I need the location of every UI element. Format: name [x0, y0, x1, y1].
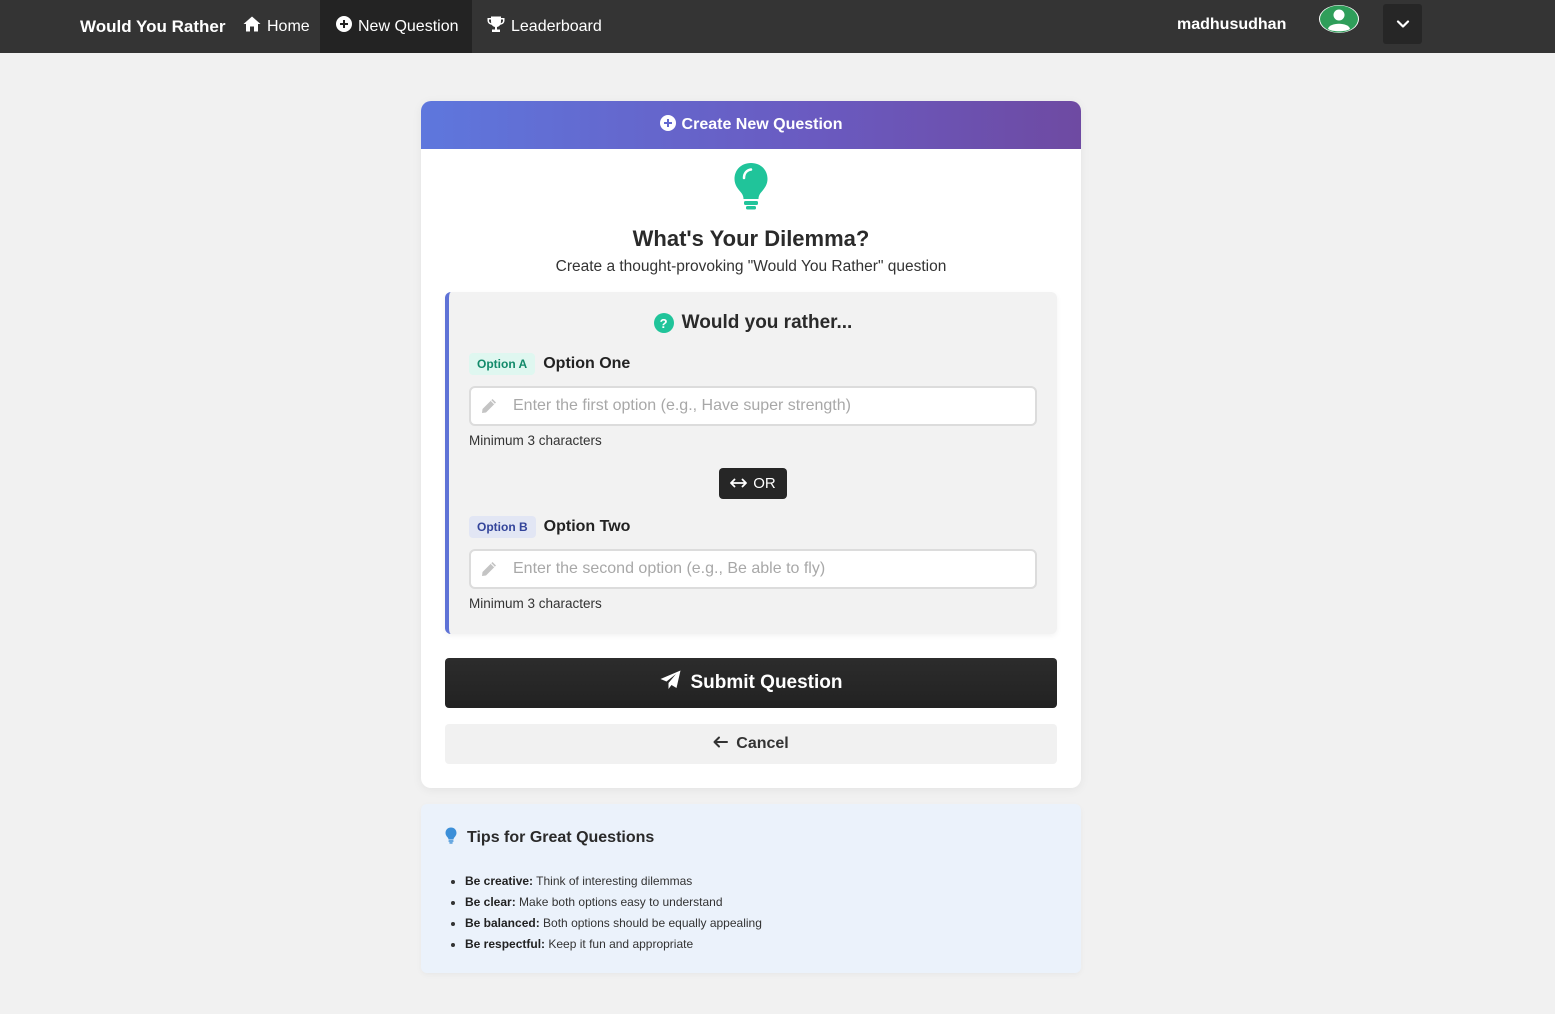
tips-title: Tips for Great Questions: [467, 829, 655, 846]
new-question-card: Create New Question What's Your Dilemma?…: [421, 101, 1081, 788]
avatar[interactable]: [1319, 5, 1359, 33]
option-a-label: Option One: [543, 355, 631, 372]
card-header-title: Create New Question: [681, 116, 843, 133]
lightbulb-icon: [445, 827, 457, 849]
option-two-input[interactable]: [513, 560, 1013, 578]
tips-list: Be creative: Think of interesting dilemm…: [465, 873, 762, 957]
nav-leaderboard[interactable]: Leaderboard: [487, 0, 602, 53]
list-item: Be balanced: Both options should be equa…: [465, 915, 762, 936]
option-one-input[interactable]: [513, 397, 1013, 415]
chevron-down-icon: [1396, 20, 1409, 28]
question-mark-icon: ?: [653, 313, 674, 333]
list-item: Be creative: Think of interesting dilemm…: [465, 873, 762, 894]
nav-home[interactable]: Home: [243, 0, 310, 53]
cancel-label: Cancel: [736, 735, 789, 752]
options-panel: ? Would you rather... Option A Option On…: [445, 292, 1057, 634]
user-menu-dropdown-button[interactable]: [1383, 4, 1422, 44]
would-you-rather-heading: ? Would you rather...: [449, 312, 1057, 334]
username: madhusudhan: [1177, 16, 1287, 33]
arrows-left-right-icon: [730, 475, 748, 492]
user-avatar-icon: [1320, 5, 1358, 33]
or-label: OR: [753, 475, 776, 492]
lightbulb-icon: [733, 161, 769, 216]
prompt-text: Would you rather...: [681, 312, 853, 333]
pencil-icon: [481, 561, 501, 577]
submit-question-button[interactable]: Submit Question: [445, 658, 1057, 708]
nav-new-question-label: New Question: [358, 17, 459, 35]
card-header: Create New Question: [421, 101, 1081, 149]
nav-leaderboard-label: Leaderboard: [511, 17, 602, 35]
option-two-hint: Minimum 3 characters: [469, 596, 602, 611]
tips-title-row: Tips for Great Questions: [445, 827, 654, 849]
navbar: Would You Rather Home New Question Leade…: [0, 0, 1555, 53]
nav-new-question[interactable]: New Question: [320, 0, 472, 53]
plus-circle-icon: [336, 16, 352, 37]
option-one-hint: Minimum 3 characters: [469, 433, 602, 448]
plus-circle-icon: [659, 114, 676, 136]
cancel-button[interactable]: Cancel: [445, 724, 1057, 764]
or-divider: OR: [719, 468, 787, 499]
option-b-label: Option Two: [543, 518, 631, 535]
option-two-field[interactable]: [469, 549, 1037, 589]
tips-panel: Tips for Great Questions Be creative: Th…: [421, 804, 1081, 973]
list-item: Be respectful: Keep it fun and appropria…: [465, 936, 762, 957]
page-title: What's Your Dilemma?: [632, 226, 870, 251]
option-a-badge: Option A: [469, 353, 536, 375]
option-b-label-row: Option B Option Two: [469, 516, 630, 538]
trophy-icon: [487, 16, 505, 38]
brand-logo[interactable]: Would You Rather: [80, 0, 225, 53]
nav-home-label: Home: [267, 17, 310, 35]
arrow-left-icon: [713, 735, 729, 753]
home-icon: [243, 16, 261, 37]
list-item: Be clear: Make both options easy to unde…: [465, 894, 762, 915]
option-one-field[interactable]: [469, 386, 1037, 426]
option-b-badge: Option B: [469, 516, 536, 538]
page-subtitle: Create a thought-provoking "Would You Ra…: [555, 258, 947, 275]
pencil-icon: [481, 398, 501, 414]
option-a-label-row: Option A Option One: [469, 353, 630, 375]
paper-plane-icon: [660, 670, 681, 696]
submit-question-label: Submit Question: [690, 672, 843, 693]
